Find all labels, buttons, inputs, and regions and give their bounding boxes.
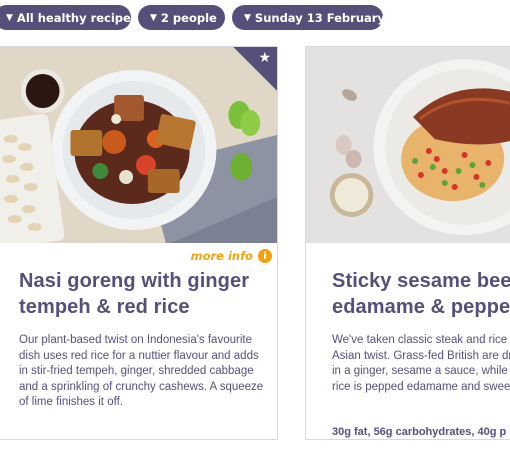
star-icon: ★ (258, 50, 271, 66)
recipe-title[interactable]: Nasi goreng with ginger tempeh & red ric… (19, 268, 269, 320)
more-info-link[interactable]: more info i (191, 249, 272, 263)
recipe-photo-illustration (306, 47, 510, 243)
filter-recipe-type-label: All healthy recipes (16, 10, 138, 25)
recipe-title-line: Nasi goreng with ginger (19, 270, 250, 292)
recipe-description: Our plant-based twist on Indonesia's fav… (19, 334, 264, 408)
recipe-title-line: edamame & pepper (332, 296, 510, 318)
caret-down-icon: ▼ (6, 12, 13, 23)
recipe-nutrition: 30g fat, 56g carbohydrates, 40g p (332, 426, 507, 438)
recipe-card[interactable]: ★ more info i Nasi goreng with ginger te… (0, 46, 278, 440)
recipe-description: We've taken classic steak and rice it an… (332, 334, 510, 393)
filter-recipe-type-dropdown[interactable]: ▼ All healthy recipes (0, 5, 138, 30)
caret-down-icon: ▼ (150, 12, 157, 23)
recipe-image[interactable] (306, 47, 510, 243)
recipe-image[interactable]: ★ (0, 47, 277, 243)
favourite-corner[interactable]: ★ (233, 47, 277, 91)
filter-date-label: Sunday 13 February (254, 10, 385, 25)
recipe-title-line: tempeh & red rice (19, 296, 190, 318)
caret-down-icon: ▼ (244, 12, 251, 23)
filter-people-dropdown[interactable]: ▼ 2 people (138, 5, 225, 30)
filter-people-label: 2 people (160, 10, 217, 25)
more-info-label: more info (190, 249, 253, 263)
filter-date-dropdown[interactable]: ▼ Sunday 13 February (232, 5, 385, 30)
recipe-title[interactable]: Sticky sesame beef edamame & pepper (332, 268, 510, 320)
recipe-card[interactable]: Sticky sesame beef edamame & pepper We'v… (305, 46, 510, 440)
recipe-title-line: Sticky sesame beef (332, 270, 510, 292)
filter-bar: ▼ All healthy recipes ▼ 2 people ▼ Sunda… (0, 5, 385, 30)
info-icon: i (258, 249, 272, 263)
